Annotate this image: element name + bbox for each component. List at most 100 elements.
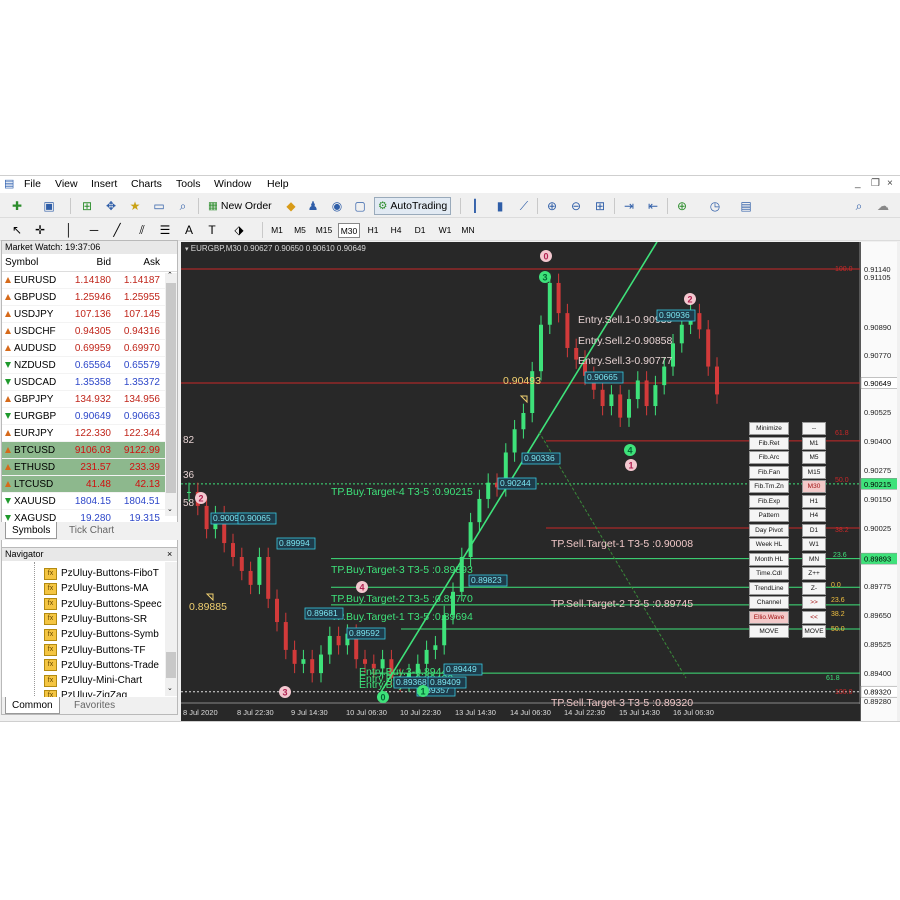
auto-scroll-icon[interactable]: ⇥ [620, 197, 638, 215]
tf-m15[interactable]: M15 [313, 223, 335, 238]
market-watch-row-eurusd[interactable]: EURUSD 1.14180 1.14187 [2, 272, 177, 289]
panel-button-fib-ret[interactable]: Fib.Ret [749, 436, 789, 450]
panel-button-move[interactable]: MOVE [749, 625, 789, 638]
text-label-icon[interactable]: T [203, 221, 221, 239]
column-symbol[interactable]: Symbol [2, 254, 64, 271]
scroll-down-icon[interactable]: ⌄ [167, 505, 173, 513]
tab-favorites[interactable]: Favorites [68, 697, 121, 714]
scroll-up-icon[interactable]: ⌃ [167, 271, 173, 279]
market-watch-row-usdjpy[interactable]: USDJPY 107.136 107.145 [2, 306, 177, 323]
panel-button-minimize[interactable]: Minimize [749, 422, 789, 435]
fibonacci-icon[interactable]: ☰ [156, 221, 174, 239]
market-watch-row-nzdusd[interactable]: NZDUSD 0.65564 0.65579 [2, 357, 177, 374]
data-window-icon[interactable]: ✥ [102, 197, 120, 215]
panel-button-channel[interactable]: Channel [749, 596, 789, 609]
panel-button-fib-fan[interactable]: Fib.Fan [749, 465, 789, 479]
panel-tf-button-move[interactable]: MOVE [802, 625, 826, 638]
panel-tf-button-h1[interactable]: H1 [802, 494, 826, 508]
panel-tf-button-z-[interactable]: Z++ [802, 567, 826, 580]
chat-icon[interactable]: ☁ [874, 197, 892, 215]
scrollbar-thumb[interactable] [166, 652, 176, 678]
radio-icon[interactable]: ◉ [328, 197, 346, 215]
vertical-line-icon[interactable]: │ [60, 221, 78, 239]
navigator-item[interactable]: fx PzUluy-Buttons-Trade [44, 658, 159, 673]
panel-tf-button-mn[interactable]: MN [802, 552, 826, 566]
market-watch-row-btcusd[interactable]: BTCUSD 9106.03 9122.99 [2, 442, 177, 459]
chart-shift-icon[interactable]: ⇤ [644, 197, 662, 215]
tab-symbols[interactable]: Symbols [5, 522, 58, 539]
tf-mn[interactable]: MN [457, 223, 479, 238]
navigator-item[interactable]: fx PzUluy-Buttons-MA [44, 581, 148, 596]
panel-button-day-pivot[interactable]: Day Pivot [749, 523, 789, 537]
panel-button-week-hl[interactable]: Week HL [749, 538, 789, 551]
tf-d1[interactable]: D1 [409, 223, 431, 238]
panel-tf-button-d1[interactable]: D1 [802, 523, 826, 537]
market-watch-row-ltcusd[interactable]: LTCUSD 41.48 42.13 [2, 476, 177, 493]
menu-tools[interactable]: Tools [176, 178, 201, 190]
horizontal-line-icon[interactable]: ─ [85, 221, 103, 239]
close-button[interactable]: × [887, 178, 893, 189]
navigator-item[interactable]: fx PzUluy-Buttons-FiboT [44, 566, 159, 581]
text-icon[interactable]: A [180, 221, 198, 239]
navigator-item[interactable]: fx PzUluy-Buttons-TF [44, 643, 145, 658]
menu-help[interactable]: Help [267, 178, 289, 190]
menu-view[interactable]: View [55, 178, 78, 190]
navigator-close-icon[interactable]: × [167, 549, 172, 559]
menu-charts[interactable]: Charts [131, 178, 162, 190]
tf-w1[interactable]: W1 [434, 223, 456, 238]
panel-button-fib-exp[interactable]: Fib.Exp [749, 494, 789, 508]
market-watch-row-gbpjpy[interactable]: GBPJPY 134.932 134.956 [2, 391, 177, 408]
arrows-icon[interactable]: ⬗ [230, 221, 248, 239]
scroll-down-icon[interactable]: ⌄ [167, 684, 173, 692]
templates-icon[interactable]: ▤ [737, 197, 755, 215]
column-bid[interactable]: Bid [64, 254, 114, 271]
panel-tf-button--[interactable]: >> [802, 596, 826, 609]
panel-button-pattern[interactable]: Pattern [749, 509, 789, 522]
new-order-button[interactable]: ▦ New Order [204, 197, 276, 215]
market-watch-scrollbar[interactable]: ⌃ ⌄ [165, 271, 177, 516]
tab-common[interactable]: Common [5, 697, 60, 714]
panel-tf-button-m1[interactable]: M1 [802, 436, 826, 450]
market-watch-icon[interactable]: ⊞ [78, 197, 96, 215]
navigator-icon[interactable]: ★ [126, 197, 144, 215]
bar-chart-icon[interactable]: ┃ [466, 197, 484, 215]
tf-m30[interactable]: M30 [338, 223, 360, 238]
equidistant-channel-icon[interactable]: ⫽ [133, 221, 151, 239]
market-watch-row-ethusd[interactable]: ETHUSD 231.57 233.39 [2, 459, 177, 476]
tf-m5[interactable]: M5 [289, 223, 311, 238]
panel-tf-button-m15[interactable]: M15 [802, 465, 826, 479]
panel-tf-button-h4[interactable]: H4 [802, 509, 826, 522]
menu-file[interactable]: File [24, 178, 41, 190]
market-watch-row-usdcad[interactable]: USDCAD 1.35358 1.35372 [2, 374, 177, 391]
panel-button-time-cdl[interactable]: Time.Cdl [749, 567, 789, 580]
tf-m1[interactable]: M1 [266, 223, 288, 238]
panel-button-trendline[interactable]: TrendLine [749, 581, 789, 595]
signals-icon[interactable]: ♟ [304, 197, 322, 215]
panel-button-fib-tm-zn[interactable]: Fib.Tm.Zn [749, 480, 789, 493]
autotrading-button[interactable]: ⚙ AutoTrading [374, 197, 452, 215]
navigator-scrollbar[interactable]: ⌄ [165, 562, 177, 696]
market-watch-row-xauusd[interactable]: XAUUSD 1804.15 1804.51 [2, 493, 177, 510]
panel-tf-button-m5[interactable]: M5 [802, 451, 826, 464]
panel-button-month-hl[interactable]: Month HL [749, 552, 789, 566]
restore-button[interactable]: ❐ [871, 178, 880, 189]
panel-tf-button-z-[interactable]: Z- [802, 581, 826, 595]
menu-window[interactable]: Window [214, 178, 251, 190]
panel-button-ellio-wave[interactable]: Ellio.Wave [749, 610, 789, 624]
strategy-tester-icon[interactable]: ⌕ [174, 197, 192, 215]
trendline-icon[interactable]: ╱ [108, 221, 126, 239]
market-watch-row-eurjpy[interactable]: EURJPY 122.330 122.344 [2, 425, 177, 442]
column-ask[interactable]: Ask [114, 254, 164, 271]
periods-icon[interactable]: ◷ [706, 197, 724, 215]
tile-windows-icon[interactable]: ⊞ [591, 197, 609, 215]
profiles-icon[interactable]: ▣ [40, 197, 58, 215]
navigator-item[interactable]: fx PzUluy-Buttons-Symb [44, 627, 159, 642]
terminal-icon[interactable]: ▭ [150, 197, 168, 215]
expert-icon[interactable]: ◆ [282, 197, 300, 215]
scrollbar-thumb[interactable] [166, 283, 176, 493]
tf-h1[interactable]: H1 [362, 223, 384, 238]
panel-tf-button-m30[interactable]: M30 [802, 480, 826, 493]
navigator-item[interactable]: fx PzUluy-Mini-Chart [44, 673, 142, 688]
candlestick-icon[interactable]: ▮ [491, 197, 509, 215]
navigator-item[interactable]: fx PzUluy-Buttons-SR [44, 612, 147, 627]
